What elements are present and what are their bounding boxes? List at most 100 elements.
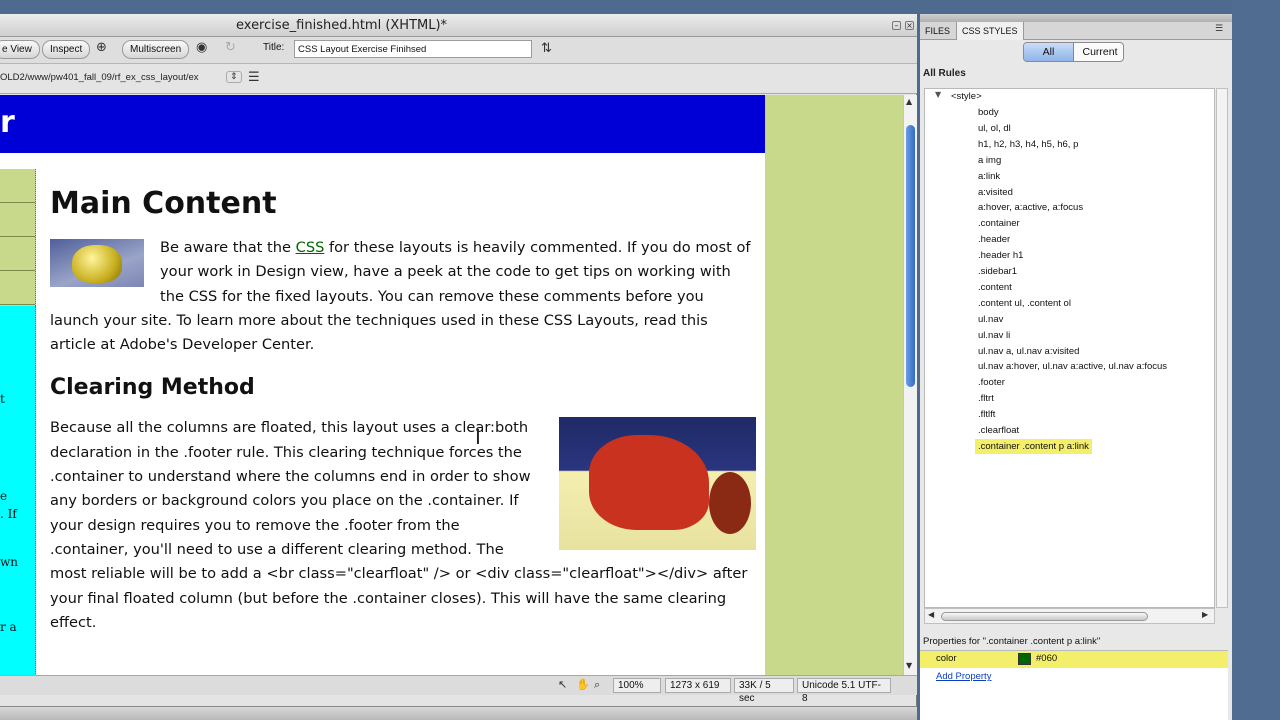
document-titlebar: exercise_finished.html (XHTML)* – × <box>0 14 917 37</box>
css-rule-item[interactable]: h1, h2, h3, h4, h5, h6, p <box>975 137 1081 152</box>
property-name[interactable]: color <box>936 653 957 664</box>
css-rule-item[interactable]: a img <box>975 153 1004 168</box>
sidebar-text-area: t e . If wn r a <box>0 306 36 675</box>
css-rule-item[interactable]: .header h1 <box>975 248 1026 263</box>
hand-tool-icon[interactable]: ✋ <box>576 678 590 691</box>
css-rule-item[interactable]: body <box>975 105 1002 120</box>
sidebar-fragment: t <box>0 392 5 406</box>
sidebar-fragment: wn <box>0 555 18 569</box>
window-size-select[interactable]: 1273 x 619 <box>665 678 731 693</box>
css-rule-item[interactable]: .container <box>975 216 1023 231</box>
css-rule-item[interactable]: .fltlft <box>975 407 998 422</box>
address-path[interactable]: OLD2/www/pw401_fall_09/rf_ex_css_layout/… <box>0 72 222 83</box>
page-title-input[interactable] <box>294 40 532 58</box>
panel-menu-icon[interactable]: ☰ <box>1215 24 1223 34</box>
bottom-panel-bar[interactable] <box>0 706 917 720</box>
desktop-background <box>1232 0 1280 720</box>
css-rule-item[interactable]: .container .content p a:link <box>975 438 1092 454</box>
scroll-up-icon[interactable]: ▲ <box>906 97 912 106</box>
css-rule-item[interactable]: ul.nav a:hover, ul.nav a:active, ul.nav … <box>975 359 1170 374</box>
rules-horizontal-scrollbar[interactable]: ◀ ▶ <box>924 608 1215 624</box>
zoom-tool-icon[interactable]: ⌕ <box>594 678 600 692</box>
properties-heading: Properties for ".container .content p a:… <box>923 636 1101 647</box>
refresh-icon[interactable]: ↻ <box>225 40 236 55</box>
document-window: exercise_finished.html (XHTML)* – × e Vi… <box>0 14 917 706</box>
page-title-label: Title: <box>263 42 285 53</box>
sidebar-fragment: e <box>0 489 8 503</box>
document-vertical-scrollbar[interactable]: ▲ ▼ <box>903 95 917 675</box>
css-rule-item[interactable]: .sidebar1 <box>975 264 1020 279</box>
css-rule-item[interactable]: .content ul, .content ol <box>975 296 1074 311</box>
css-rule-item[interactable]: ul, ol, dl <box>975 121 1014 136</box>
css-rule-item[interactable]: ul.nav a, ul.nav a:visited <box>975 344 1082 359</box>
style-root[interactable]: <style> <box>951 89 982 104</box>
intro-paragraph: Be aware that the CSS for these layouts … <box>50 239 751 354</box>
view-button[interactable]: e View <box>0 40 40 59</box>
window-close-icon[interactable]: × <box>905 21 914 30</box>
css-rule-item[interactable]: .header <box>975 232 1013 247</box>
homer-image[interactable] <box>50 239 144 287</box>
pointer-tool-icon[interactable]: ↖ <box>558 678 567 691</box>
css-rule-item[interactable]: ul.nav <box>975 312 1006 327</box>
status-bar: ↖ ✋ ⌕ 100% 1273 x 619 33K / 5 sec Unicod… <box>0 675 917 704</box>
scroll-left-icon[interactable]: ◀ <box>928 610 934 619</box>
encoding: Unicode 5.1 UTF-8 <box>797 678 891 704</box>
css-rule-item[interactable]: a:link <box>975 169 1003 184</box>
address-bar: OLD2/www/pw401_fall_09/rf_ex_css_layout/… <box>0 64 917 94</box>
text-cursor-icon: I <box>475 425 481 449</box>
css-rule-item[interactable]: .content <box>975 280 1015 295</box>
address-dropdown-icon[interactable]: ⇕ <box>226 71 242 83</box>
zoom-select[interactable]: 100% <box>613 678 661 693</box>
section-heading: Clearing Method <box>50 375 255 401</box>
css-rule-item[interactable]: .fltrt <box>975 391 997 406</box>
current-button[interactable]: Current <box>1075 43 1123 61</box>
document-title: exercise_finished.html (XHTML)* <box>236 18 448 33</box>
tab-files[interactable]: FILES <box>920 22 955 40</box>
all-button[interactable]: All <box>1024 43 1074 61</box>
sidebar-nav <box>0 169 36 306</box>
cartoon-image[interactable] <box>559 417 756 551</box>
design-view[interactable]: r t e . If wn r a Main Content Be aware … <box>0 95 903 675</box>
main-heading: Main Content <box>50 186 277 221</box>
download-size: 33K / 5 sec <box>734 678 794 704</box>
properties-table: color #060 Add Property <box>920 650 1228 720</box>
window-minimize-icon[interactable]: – <box>892 21 901 30</box>
css-link[interactable]: CSS <box>296 239 325 256</box>
sidebar-fragment: . If <box>0 507 17 521</box>
all-rules-label: All Rules <box>923 68 966 79</box>
multiscreen-button[interactable]: Multiscreen <box>122 40 190 59</box>
color-swatch[interactable] <box>1018 653 1031 665</box>
property-row[interactable]: color #060 <box>920 651 1228 668</box>
scroll-thumb[interactable] <box>941 612 1148 621</box>
expand-triangle-icon[interactable]: ▼ <box>935 90 941 99</box>
nav-cell[interactable] <box>0 203 35 237</box>
scroll-right-icon[interactable]: ▶ <box>1202 610 1208 619</box>
visual-aids-icon[interactable]: ◉ <box>196 40 207 55</box>
inspect-button[interactable]: Inspect <box>42 40 91 59</box>
css-rule-item[interactable]: .clearfloat <box>975 423 1022 438</box>
header-fragment: r <box>0 105 15 140</box>
rules-vertical-scrollbar[interactable] <box>1216 88 1228 608</box>
css-styles-panel: FILES CSS STYLES ☰ All Current All Rules… <box>920 14 1232 720</box>
view-toggle: All Current <box>1023 42 1124 62</box>
scroll-down-icon[interactable]: ▼ <box>906 661 912 670</box>
css-rule-item[interactable]: a:visited <box>975 185 1016 200</box>
add-property-link[interactable]: Add Property <box>936 671 991 682</box>
panel-grip[interactable] <box>920 14 1232 22</box>
nav-cell[interactable] <box>0 237 35 271</box>
nav-cell[interactable] <box>0 271 35 305</box>
property-value[interactable]: #060 <box>1036 653 1057 664</box>
scroll-thumb[interactable] <box>906 125 915 387</box>
globe-icon[interactable]: ⊕ <box>96 40 107 55</box>
sidebar-fragment: r a <box>0 620 17 634</box>
file-management-icon[interactable]: ⇅ <box>541 41 552 56</box>
panel-tabs: FILES CSS STYLES ☰ <box>920 22 1232 40</box>
main-content: Main Content Be aware that the CSS for t… <box>50 186 756 635</box>
tab-css-styles[interactable]: CSS STYLES <box>956 22 1024 40</box>
nav-cell[interactable] <box>0 169 35 203</box>
css-rule-item[interactable]: ul.nav li <box>975 328 1013 343</box>
browser-options-icon[interactable]: ☰ <box>248 70 260 85</box>
css-rule-item[interactable]: a:hover, a:active, a:focus <box>975 200 1086 215</box>
css-rule-item[interactable]: .footer <box>975 375 1008 390</box>
rules-tree: ▼ <style> body ul, ol, dl h1, h2, h3, h4, … <box>924 88 1215 608</box>
